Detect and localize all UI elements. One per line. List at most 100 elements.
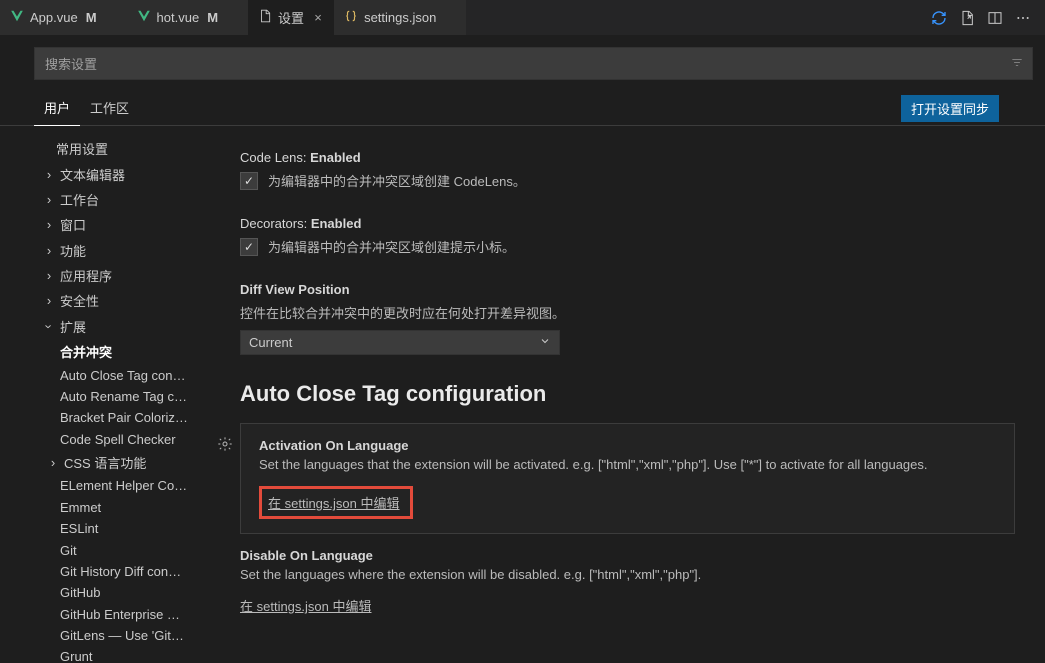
setting-title-suffix: Enabled	[307, 216, 361, 231]
sidebar-label: 常用设置	[56, 139, 108, 158]
highlight-box: 在 settings.json 中编辑	[259, 486, 413, 519]
refresh-icon[interactable]	[931, 10, 947, 26]
setting-decorators: Decorators: Enabled ✓ 为编辑器中的合并冲突区域创建提示小标…	[240, 216, 1015, 256]
file-icon	[258, 9, 272, 26]
setting-description: 为编辑器中的合并冲突区域创建提示小标。	[268, 237, 515, 256]
sidebar-item-git[interactable]: Git	[18, 539, 210, 560]
setting-title: Decorators: Enabled	[240, 216, 1015, 231]
checkbox-decorators[interactable]: ✓	[240, 238, 258, 256]
sidebar-item-eslint[interactable]: ESLint	[18, 518, 210, 539]
setting-title: Diff View Position	[240, 282, 1015, 297]
sidebar-item-css-language[interactable]: ›CSS 语言功能	[18, 450, 210, 475]
chevron-right-icon: ›	[42, 243, 56, 258]
setting-diff-view-position: Diff View Position 控件在比较合并冲突中的更改时应在何处打开差…	[240, 282, 1015, 355]
sidebar-item-window[interactable]: › 窗口	[18, 212, 210, 237]
setting-description: 控件在比较合并冲突中的更改时应在何处打开差异视图。	[240, 303, 1015, 322]
settings-content: Code Lens: Enabled ✓ 为编辑器中的合并冲突区域创建 Code…	[210, 126, 1045, 663]
sidebar-item-github[interactable]: GitHub	[18, 582, 210, 603]
search-settings-input[interactable]: 搜索设置	[34, 47, 1033, 80]
sidebar-label: 扩展	[60, 317, 86, 336]
sidebar-item-code-spell-checker[interactable]: Code Spell Checker	[18, 429, 210, 450]
sidebar-label: GitHub	[60, 585, 100, 600]
sidebar-item-element-helper[interactable]: ELement Helper Co…	[18, 475, 210, 496]
sidebar-item-extensions[interactable]: ›扩展	[18, 314, 210, 339]
sidebar-item-grunt[interactable]: Grunt	[18, 646, 210, 663]
setting-title-prefix: Code Lens:	[240, 150, 307, 165]
search-placeholder: 搜索设置	[45, 57, 97, 72]
sidebar-item-git-history-diff[interactable]: Git History Diff con…	[18, 561, 210, 582]
search-bar-wrap: 搜索设置	[0, 35, 1045, 86]
tab-label: hot.vue	[157, 10, 200, 25]
sidebar-item-common[interactable]: 常用设置	[18, 136, 210, 161]
sidebar-label: 窗口	[60, 215, 86, 234]
sidebar-item-bracket-pair[interactable]: Bracket Pair Coloriz…	[18, 407, 210, 428]
scope-tab-user[interactable]: 用户	[34, 92, 80, 126]
sidebar-label: GitHub Enterprise …	[60, 607, 180, 622]
sidebar-item-github-enterprise[interactable]: GitHub Enterprise …	[18, 604, 210, 625]
sidebar-item-merge-conflict[interactable]: 合并冲突	[18, 339, 210, 364]
scope-tab-workspace[interactable]: 工作区	[80, 92, 139, 125]
chevron-down-icon	[539, 335, 551, 350]
scope-tab-label: 工作区	[90, 101, 129, 116]
chevron-right-icon: ›	[42, 217, 56, 232]
vue-icon	[137, 9, 151, 26]
setting-title-text: Diff View Position	[240, 282, 350, 297]
tab-hot-vue[interactable]: hot.vue M ×	[127, 0, 249, 35]
setting-title-suffix: Enabled	[307, 150, 361, 165]
sidebar-item-applications[interactable]: › 应用程序	[18, 263, 210, 288]
checkbox-code-lens[interactable]: ✓	[240, 172, 258, 190]
sidebar-item-gitlens[interactable]: GitLens — Use 'Git…	[18, 625, 210, 646]
sidebar-label: 功能	[60, 241, 86, 260]
sidebar-label: Bracket Pair Coloriz…	[60, 410, 188, 425]
edit-in-settings-json-link[interactable]: 在 settings.json 中编辑	[268, 496, 400, 511]
chevron-right-icon: ›	[42, 268, 56, 283]
sidebar-item-auto-close-tag[interactable]: Auto Close Tag con…	[18, 364, 210, 385]
select-value: Current	[249, 335, 292, 350]
json-icon	[344, 9, 358, 26]
sidebar-label: Auto Rename Tag c…	[60, 389, 187, 404]
sidebar-item-auto-rename-tag[interactable]: Auto Rename Tag c…	[18, 386, 210, 407]
sidebar-label: 合并冲突	[60, 342, 112, 361]
open-json-icon[interactable]	[959, 10, 975, 26]
open-settings-sync-button[interactable]: 打开设置同步	[901, 95, 999, 122]
sidebar-label: 应用程序	[60, 266, 112, 285]
tab-app-vue[interactable]: App.vue M ×	[0, 0, 127, 35]
gear-icon[interactable]	[217, 436, 233, 455]
setting-description: 为编辑器中的合并冲突区域创建 CodeLens。	[268, 171, 526, 190]
tab-label: settings.json	[364, 10, 436, 25]
scope-tab-label: 用户	[44, 101, 70, 116]
sidebar-label: Git	[60, 543, 77, 558]
tab-label: 设置	[278, 8, 304, 27]
sidebar-item-workbench[interactable]: ›工作台	[18, 187, 210, 212]
setting-disable-on-language: Disable On Language Set the languages wh…	[240, 534, 1015, 629]
sidebar-item-features[interactable]: › 功能	[18, 238, 210, 263]
tab-settings-json[interactable]: settings.json ×	[334, 0, 466, 35]
section-heading-auto-close-tag: Auto Close Tag configuration	[240, 381, 1015, 407]
split-editor-icon[interactable]	[987, 10, 1003, 26]
scope-row: 用户 工作区 打开设置同步	[0, 86, 1045, 126]
sidebar-label: CSS 语言功能	[64, 453, 146, 472]
sidebar-item-emmet[interactable]: Emmet	[18, 497, 210, 518]
sidebar-label: Code Spell Checker	[60, 432, 176, 447]
chevron-down-icon: ›	[42, 319, 57, 333]
tab-modified-indicator: M	[86, 10, 97, 25]
sidebar-label: GitLens — Use 'Git…	[60, 628, 184, 643]
tab-modified-indicator: M	[207, 10, 218, 25]
sidebar-item-text-editor[interactable]: ›文本编辑器	[18, 161, 210, 186]
tab-settings[interactable]: 设置 ×	[248, 0, 334, 35]
sidebar-label: ESLint	[60, 521, 98, 536]
setting-description: Set the languages where the extension wi…	[240, 567, 1015, 582]
more-icon[interactable]	[1015, 10, 1031, 26]
sidebar-item-security[interactable]: ›安全性	[18, 288, 210, 313]
tab-bar: App.vue M × hot.vue M × 设置 × settings.js…	[0, 0, 1045, 35]
close-icon[interactable]: ×	[310, 10, 326, 25]
setting-code-lens: Code Lens: Enabled ✓ 为编辑器中的合并冲突区域创建 Code…	[240, 150, 1015, 190]
chevron-right-icon: ›	[42, 293, 56, 308]
select-diff-view-position[interactable]: Current	[240, 330, 560, 355]
sidebar-label: Emmet	[60, 500, 101, 515]
titlebar-actions	[931, 10, 1045, 26]
sidebar-label: 工作台	[60, 190, 99, 209]
filter-icon[interactable]	[1010, 55, 1024, 72]
edit-in-settings-json-link[interactable]: 在 settings.json 中编辑	[240, 599, 372, 614]
setting-title-prefix: Decorators:	[240, 216, 307, 231]
